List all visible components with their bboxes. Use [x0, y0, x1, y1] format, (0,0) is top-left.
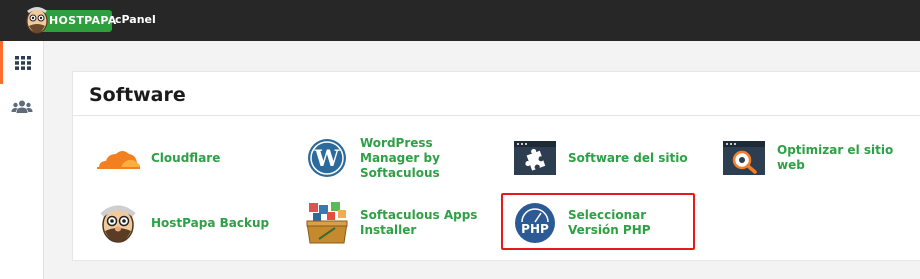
- tile-label: WordPress Manager by Softaculous: [360, 135, 440, 180]
- users-icon: [11, 100, 32, 113]
- grid-icon: [15, 55, 31, 70]
- wordpress-manager-link[interactable]: W WordPress Manager by Softaculous: [304, 135, 485, 181]
- site-software-link[interactable]: Software del sitio: [512, 135, 688, 181]
- tile-label: HostPapa Backup: [151, 215, 270, 230]
- tile-label: Optimizar el sitio web: [777, 143, 894, 172]
- softaculous-icon: [306, 202, 348, 244]
- softaculous-link[interactable]: Softaculous Apps Installer: [304, 200, 480, 246]
- site-software-icon: [514, 141, 556, 175]
- cpanel-label: cPanel: [115, 13, 156, 26]
- logo-text: HOSTPAPA: [49, 14, 117, 27]
- cloudflare-icon: [97, 151, 140, 169]
- section-title[interactable]: Software: [89, 84, 186, 106]
- tile-label: Software del sitio: [568, 150, 688, 165]
- top-bar: HOSTPAPA cPanel: [0, 0, 920, 41]
- sidebar-item-tools[interactable]: [0, 41, 43, 84]
- svg-text:W: W: [314, 146, 340, 172]
- hostpapa-backup-icon: [100, 205, 136, 243]
- section-divider: [73, 115, 920, 116]
- wordpress-icon: W: [308, 139, 346, 177]
- tile-label: Softaculous Apps Installer: [360, 208, 478, 237]
- highlight-box: [501, 193, 695, 250]
- hostpapa-mascot-icon: [26, 7, 48, 34]
- optimize-website-icon: [723, 141, 765, 175]
- tile-label: Cloudflare: [151, 150, 221, 165]
- optimize-website-link[interactable]: Optimizar el sitio web: [721, 135, 920, 181]
- hostpapa-backup-link[interactable]: HostPapa Backup: [95, 200, 269, 246]
- sidebar-item-users[interactable]: [0, 85, 43, 128]
- hostpapa-logo[interactable]: HOSTPAPA: [14, 6, 116, 34]
- sidebar: [0, 41, 44, 279]
- cloudflare-link[interactable]: Cloudflare: [95, 135, 220, 181]
